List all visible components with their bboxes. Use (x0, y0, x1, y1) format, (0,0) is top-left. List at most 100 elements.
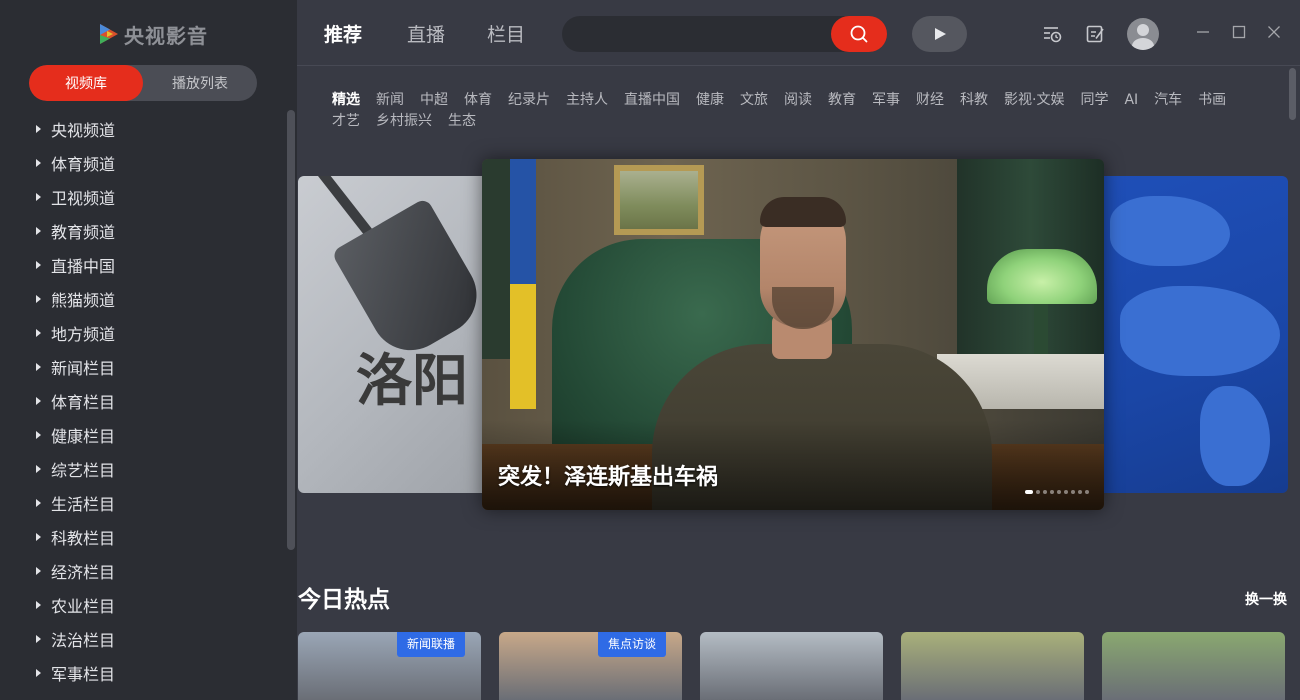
sidebar-item-label: 经济栏目 (51, 563, 116, 582)
sidebar-item[interactable]: 央视频道 (36, 112, 276, 146)
tab-columns[interactable]: 栏目 (487, 20, 525, 47)
category-chip[interactable]: 阅读 (784, 90, 812, 111)
carousel-dot[interactable] (1085, 490, 1089, 494)
category-chip[interactable]: 汽车 (1154, 90, 1182, 111)
category-chip[interactable]: 直播中国 (624, 90, 680, 111)
sidebar-item[interactable]: 新闻栏目 (36, 350, 276, 384)
refresh-button[interactable]: 换一换 (1245, 589, 1287, 609)
category-chip[interactable]: 体育 (464, 90, 492, 111)
tab-live[interactable]: 直播 (407, 20, 445, 47)
flag-image (510, 159, 536, 284)
sidebar-item-label: 新闻栏目 (51, 359, 116, 378)
sidebar-item[interactable]: 健康栏目 (36, 418, 276, 452)
play-icon (934, 28, 946, 40)
category-chip[interactable]: AI (1124, 90, 1138, 111)
expand-arrow-icon (36, 533, 41, 541)
category-chip[interactable]: 文旅 (740, 90, 768, 111)
user-icon (1132, 24, 1154, 50)
sidebar-item[interactable]: 体育栏目 (36, 384, 276, 418)
expand-arrow-icon (36, 227, 41, 235)
category-chip[interactable]: 财经 (916, 90, 944, 111)
carousel-dot[interactable] (1036, 490, 1040, 494)
sidebar-scrollbar[interactable] (287, 110, 295, 550)
program-badge: 新闻联播 (396, 632, 465, 657)
sidebar-item[interactable]: 综艺栏目 (36, 452, 276, 486)
category-chip[interactable]: 科教 (960, 90, 988, 111)
category-chip[interactable]: 中超 (420, 90, 448, 111)
category-chip[interactable]: 生态 (448, 111, 476, 132)
carousel-dots (1025, 490, 1089, 494)
carousel-slide-next[interactable] (1090, 176, 1288, 493)
expand-arrow-icon (36, 567, 41, 575)
app-window: 央视影音 视频库 播放列表 央视频道 体育频道 卫视频道 教育频道 直播中国 熊猫频道 地方… (0, 0, 1300, 700)
history-icon[interactable] (1042, 24, 1062, 44)
hot-card[interactable] (901, 632, 1084, 700)
category-chip[interactable]: 健康 (696, 90, 724, 111)
play-button[interactable] (912, 16, 967, 52)
carousel-dot[interactable] (1071, 490, 1075, 494)
category-chip[interactable]: 军事 (872, 90, 900, 111)
category-chip[interactable]: 影视·文娱 (1004, 90, 1064, 111)
search-icon (850, 25, 868, 43)
sidebar-item[interactable]: 农业栏目 (36, 588, 276, 622)
sidebar-item-label: 军事栏目 (51, 665, 116, 684)
sidebar-item[interactable]: 熊猫频道 (36, 282, 276, 316)
sidebar-item-label: 健康栏目 (51, 427, 116, 446)
carousel-dot[interactable] (1078, 490, 1082, 494)
close-icon[interactable] (1266, 24, 1282, 40)
carousel-slide-current[interactable]: 突发！泽连斯基出车祸 (482, 159, 1104, 510)
main-scrollbar[interactable] (1289, 68, 1296, 120)
maximize-icon[interactable] (1231, 24, 1247, 40)
sidebar-item[interactable]: 地方频道 (36, 316, 276, 350)
sidebar-nav: 央视频道 体育频道 卫视频道 教育频道直播中国熊猫频道 地方频道新闻栏目体育栏目健康栏目… (36, 112, 276, 690)
user-avatar[interactable] (1127, 18, 1159, 50)
sidebar-item[interactable]: 生活栏目 (36, 486, 276, 520)
sidebar-item-label: 法治栏目 (51, 631, 116, 650)
category-chip[interactable]: 精选 (332, 90, 360, 111)
segment-video-library[interactable]: 视频库 (29, 65, 143, 101)
sidebar-item-label: 综艺栏目 (51, 461, 116, 480)
sidebar-item[interactable]: 军事栏目 (36, 656, 276, 690)
category-chip[interactable]: 才艺 (332, 111, 360, 132)
category-chip[interactable]: 新闻 (376, 90, 404, 111)
sidebar-item-label: 体育栏目 (51, 393, 116, 412)
hot-card[interactable]: 新闻联播 (298, 632, 481, 700)
expand-arrow-icon (36, 125, 41, 133)
expand-arrow-icon (36, 669, 41, 677)
category-chip[interactable]: 同学 (1080, 90, 1108, 111)
carousel-dot[interactable] (1050, 490, 1054, 494)
carousel-dot[interactable] (1043, 490, 1047, 494)
category-chip[interactable]: 书画 (1198, 90, 1226, 111)
section-title: 今日热点 (298, 587, 390, 613)
category-chip[interactable]: 乡村振兴 (376, 111, 432, 132)
carousel-dot[interactable] (1057, 490, 1061, 494)
hot-card[interactable] (1102, 632, 1285, 700)
search-input[interactable] (578, 16, 828, 52)
minimize-icon[interactable] (1195, 24, 1211, 40)
hot-card[interactable]: 焦点访谈 (499, 632, 682, 700)
carousel-slide-prev[interactable]: 洛阳 (298, 176, 498, 493)
sidebar-item[interactable]: 体育频道 (36, 146, 276, 180)
map-land (1200, 386, 1270, 486)
hot-card[interactable] (700, 632, 883, 700)
expand-arrow-icon (36, 363, 41, 371)
segment-playlist[interactable]: 播放列表 (143, 65, 257, 101)
category-bar: 精选 新闻 中超 体育 纪录片 主持人 直播中国 健康 文旅 阅读 教育 军事 财经 科教 影视·文娱 同学 A… (332, 90, 1282, 132)
search-button[interactable] (831, 16, 887, 52)
category-chip[interactable]: 教育 (828, 90, 856, 111)
sidebar-item[interactable]: 卫视频道 (36, 180, 276, 214)
edit-icon[interactable] (1085, 24, 1105, 44)
carousel-dot[interactable] (1025, 490, 1033, 494)
category-chip[interactable]: 主持人 (566, 90, 608, 111)
tab-recommend[interactable]: 推荐 (324, 20, 362, 47)
sidebar-item[interactable]: 科教栏目 (36, 520, 276, 554)
sidebar-item-label: 直播中国 (51, 257, 116, 276)
sidebar-item[interactable]: 法治栏目 (36, 622, 276, 656)
sidebar-item[interactable]: 教育频道 (36, 214, 276, 248)
category-chip[interactable]: 纪录片 (508, 90, 550, 111)
map-land (1120, 286, 1280, 376)
sidebar-item[interactable]: 直播中国 (36, 248, 276, 282)
sidebar-item[interactable]: 经济栏目 (36, 554, 276, 588)
expand-arrow-icon (36, 159, 41, 167)
carousel-dot[interactable] (1064, 490, 1068, 494)
